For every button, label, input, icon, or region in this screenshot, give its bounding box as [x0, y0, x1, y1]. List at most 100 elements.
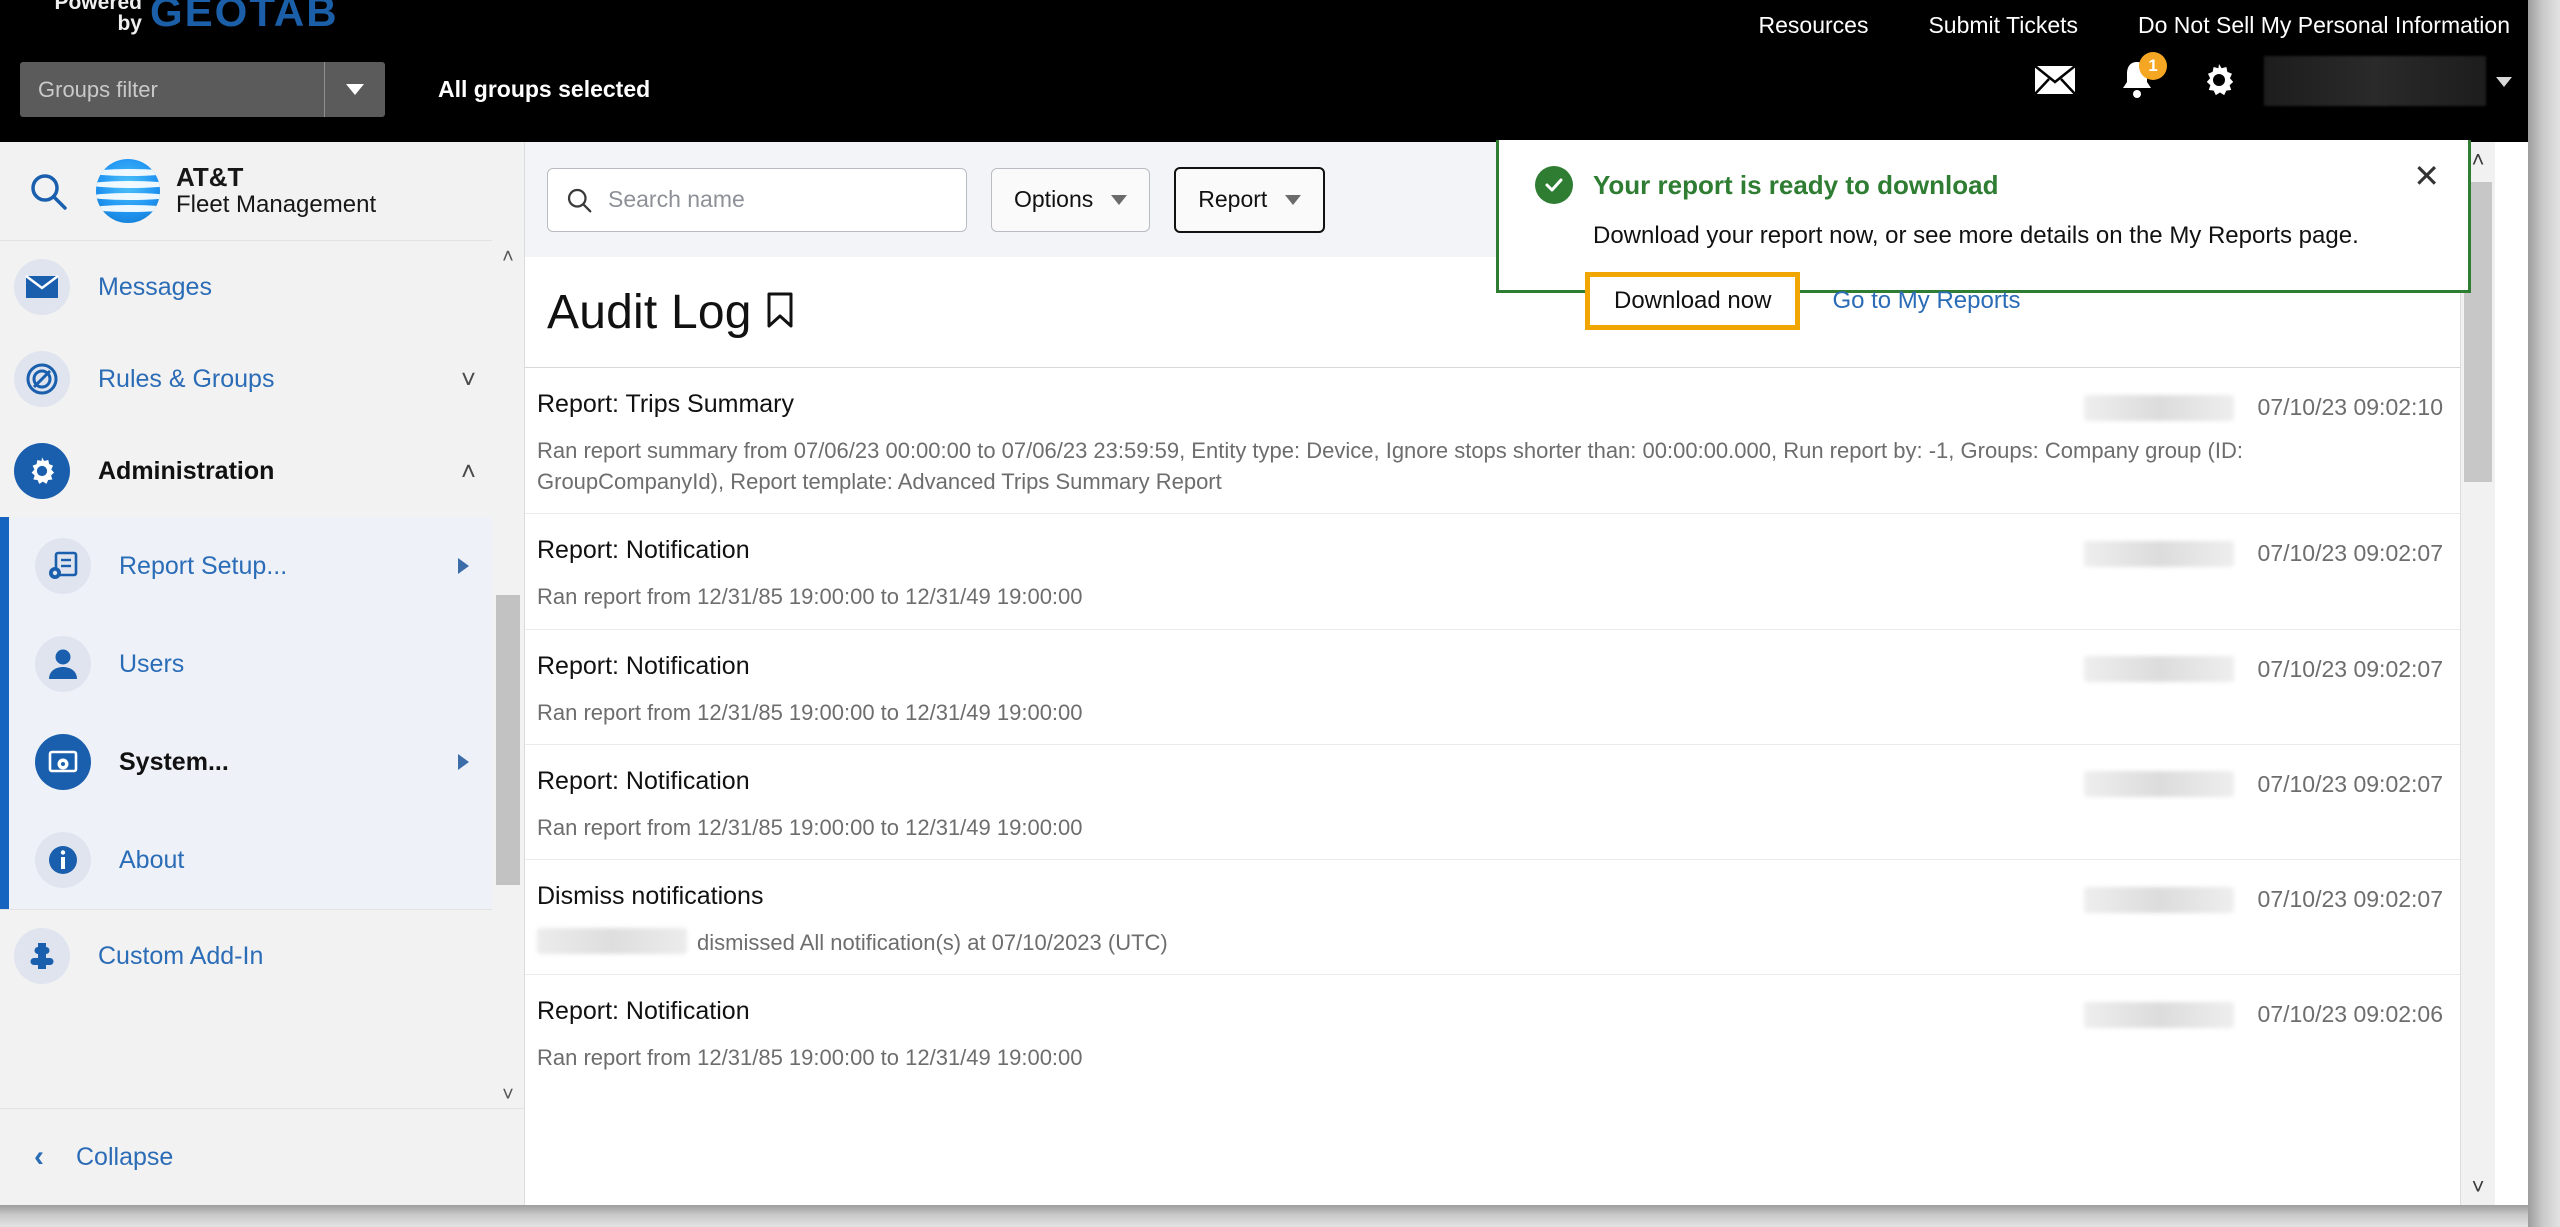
- sidebar-collapse-button[interactable]: ‹ Collapse: [0, 1108, 524, 1205]
- search-icon[interactable]: [0, 171, 96, 211]
- groups-status-label: All groups selected: [438, 76, 651, 102]
- download-ready-toast: Your report is ready to download ✕ Downl…: [1496, 140, 2471, 330]
- log-row-title: Report: Trips Summary: [537, 390, 795, 418]
- log-row-description: Ran report summary from 07/06/23 00:00:0…: [537, 438, 2243, 495]
- bell-icon[interactable]: 1: [2115, 52, 2167, 102]
- options-button[interactable]: Options: [991, 167, 1151, 232]
- chevron-down-icon: [1111, 194, 1128, 205]
- groups-filter-input[interactable]: Groups filter: [20, 77, 324, 103]
- table-row[interactable]: Dismiss notifications 07/10/23 09:02:07 …: [525, 860, 2495, 974]
- sidebar-scrollbar[interactable]: ˄ ˅: [492, 240, 524, 1112]
- geotab-logo: GEOTAB: [150, 0, 339, 35]
- sidebar-header: AT&T Fleet Management: [0, 142, 524, 241]
- go-to-my-reports-link[interactable]: Go to My Reports: [1832, 287, 2020, 315]
- top-nav-links: Resources Submit Tickets Do Not Sell My …: [1759, 0, 2510, 50]
- log-row-user-redacted: [2083, 886, 2234, 913]
- log-row-description: Ran report from 12/31/85 19:00:00 to 12/…: [537, 814, 1083, 840]
- log-row-meta: 07/10/23 09:02:07: [2083, 540, 2443, 567]
- sidebar: AT&T Fleet Management Messages Rules & G…: [0, 142, 525, 1205]
- close-icon[interactable]: ✕: [2413, 160, 2440, 192]
- scroll-down-icon[interactable]: ˅: [2461, 1169, 2495, 1205]
- search-input[interactable]: Search name: [547, 167, 967, 232]
- log-row-meta: 07/10/23 09:02:07: [2083, 656, 2443, 683]
- toast-title: Your report is ready to download: [1593, 169, 1999, 200]
- scroll-down-icon[interactable]: ˅: [492, 1078, 524, 1112]
- table-row[interactable]: Report: Notification 07/10/23 09:02:07 R…: [525, 630, 2495, 744]
- chevron-left-icon: ‹: [34, 1140, 44, 1173]
- top-link-submit-tickets[interactable]: Submit Tickets: [1928, 12, 2078, 39]
- scrollbar-thumb[interactable]: [496, 595, 520, 885]
- log-row-description-wrap: dismissed All notification(s) at 07/10/2…: [537, 927, 2357, 958]
- page-title: Audit Log: [547, 285, 752, 339]
- user-name-redacted[interactable]: [2264, 56, 2486, 106]
- content-scrollbar[interactable]: ˄ ˅: [2460, 142, 2495, 1205]
- log-row-title: Report: Notification: [537, 536, 750, 565]
- info-icon: [35, 832, 91, 888]
- window-shadow-bottom: [0, 1205, 2560, 1227]
- rules-icon: [14, 351, 70, 407]
- caret-right-icon[interactable]: [458, 558, 469, 574]
- audit-log-list: Report: Trips Summary 07/10/23 09:02:10 …: [525, 368, 2495, 1090]
- log-row-user-redacted: [2083, 540, 2234, 567]
- log-row-timestamp: 07/10/23 09:02:07: [2257, 770, 2443, 797]
- chevron-down-icon[interactable]: ˅: [461, 364, 476, 395]
- toast-message: Download your report now, or see more de…: [1593, 222, 2359, 249]
- user-menu-chevron-down-icon[interactable]: [2496, 77, 2512, 87]
- caret-right-icon[interactable]: [458, 754, 469, 770]
- chevron-down-icon[interactable]: [325, 84, 385, 95]
- log-row-title: Report: Notification: [537, 997, 750, 1026]
- log-row-title: Report: Notification: [537, 651, 750, 680]
- sidebar-nav-list: Messages Rules & Groups ˅ Administration…: [0, 241, 524, 1111]
- sidebar-item-label: System...: [119, 747, 229, 776]
- sidebar-item-rules-and-groups[interactable]: Rules & Groups ˅: [0, 333, 524, 425]
- log-row-title: Report: Notification: [537, 766, 750, 795]
- sidebar-item-report-setup[interactable]: Report Setup...: [9, 517, 524, 615]
- sidebar-item-label: Messages: [98, 272, 212, 301]
- report-button-label: Report: [1198, 186, 1268, 212]
- browser-frame: Powered by GEOTAB Resources Submit Ticke…: [0, 0, 2528, 1205]
- att-logo: AT&T Fleet Management: [96, 159, 376, 223]
- mail-icon[interactable]: [2033, 58, 2077, 102]
- notification-count-badge: 1: [2139, 52, 2167, 80]
- sidebar-item-label: About: [119, 845, 185, 874]
- att-product-name: AT&T Fleet Management: [176, 162, 377, 219]
- top-link-do-not-sell[interactable]: Do Not Sell My Personal Information: [2138, 12, 2510, 39]
- scroll-up-icon[interactable]: ˄: [492, 240, 524, 274]
- top-link-resources[interactable]: Resources: [1759, 12, 1869, 39]
- sidebar-item-label: Custom Add-In: [98, 941, 264, 970]
- log-row-meta: 07/10/23 09:02:07: [2083, 770, 2443, 798]
- sidebar-submenu-administration: Report Setup... Users System... About: [0, 517, 524, 909]
- table-row[interactable]: Report: Trips Summary 07/10/23 09:02:10 …: [525, 368, 2495, 513]
- log-row-user-redacted: [2083, 394, 2234, 421]
- report-button[interactable]: Report: [1174, 166, 1326, 233]
- download-now-button[interactable]: Download now: [1585, 272, 1801, 330]
- sidebar-item-messages[interactable]: Messages: [0, 241, 524, 333]
- table-row[interactable]: Report: Notification 07/10/23 09:02:07 R…: [525, 514, 2495, 628]
- gear-icon[interactable]: [2197, 58, 2241, 102]
- bookmark-icon[interactable]: [766, 292, 794, 333]
- log-row-title: Dismiss notifications: [537, 882, 764, 911]
- toast-actions: Download now Go to My Reports: [1585, 272, 2438, 330]
- search-icon: [567, 188, 592, 212]
- chevron-down-icon: [1285, 194, 1302, 205]
- table-row[interactable]: Report: Notification 07/10/23 09:02:07 R…: [525, 745, 2495, 859]
- att-product-label: Fleet Management: [176, 191, 377, 219]
- sidebar-item-label: Administration: [98, 456, 275, 485]
- user-icon: [35, 636, 91, 692]
- sidebar-item-users[interactable]: Users: [9, 615, 524, 713]
- groups-filter-dropdown[interactable]: Groups filter: [20, 62, 385, 117]
- sidebar-item-about[interactable]: About: [9, 811, 524, 909]
- sidebar-item-custom-addin[interactable]: Custom Add-In: [0, 909, 524, 1002]
- chevron-up-icon[interactable]: ˄: [461, 456, 476, 487]
- sidebar-item-system[interactable]: System...: [9, 713, 524, 811]
- log-row-meta: 07/10/23 09:02:07: [2083, 886, 2443, 913]
- log-row-meta: 07/10/23 09:02:06: [2083, 1001, 2443, 1028]
- log-row-user-redacted: [2083, 771, 2234, 798]
- table-row[interactable]: Report: Notification 07/10/23 09:02:06 R…: [525, 975, 2495, 1089]
- log-row-actor-redacted: [537, 928, 687, 955]
- sidebar-item-administration[interactable]: Administration ˄: [0, 425, 524, 517]
- att-globe-icon: [96, 159, 160, 223]
- sidebar-collapse-label: Collapse: [76, 1142, 174, 1171]
- log-row-user-redacted: [2083, 1001, 2234, 1028]
- log-row-meta: 07/10/23 09:02:10: [2083, 394, 2443, 421]
